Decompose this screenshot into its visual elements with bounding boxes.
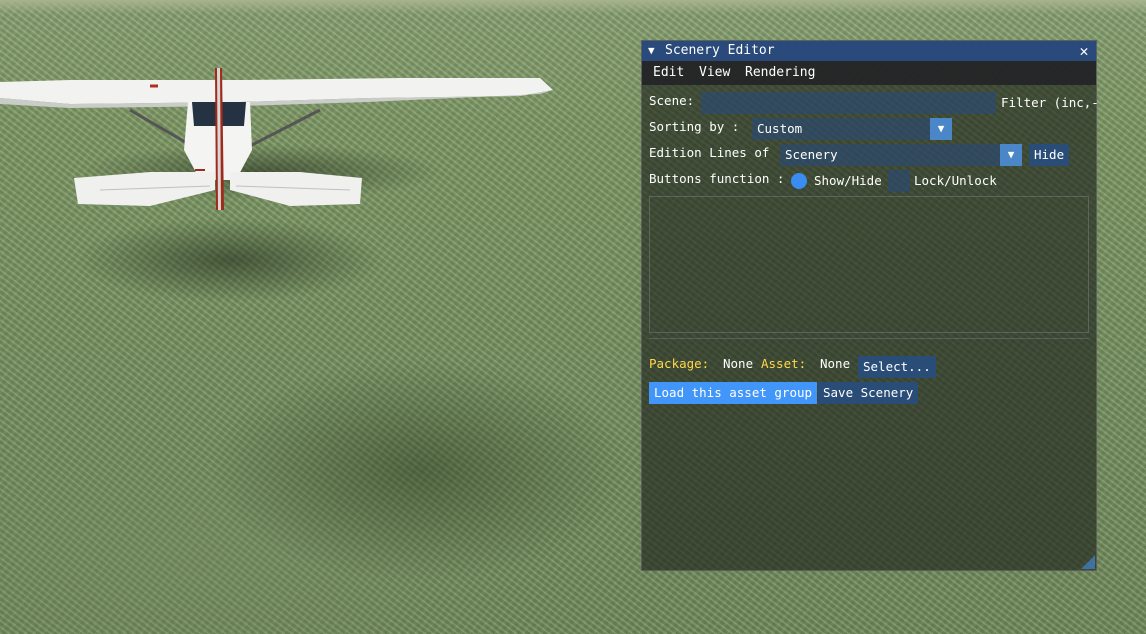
lock-unlock-label: Lock/Unlock: [914, 173, 997, 188]
save-scenery-button[interactable]: Save Scenery: [818, 382, 919, 404]
select-asset-button[interactable]: Select...: [858, 356, 936, 378]
menu-bar: Edit View Rendering: [642, 61, 1096, 85]
scene-input[interactable]: [701, 92, 996, 114]
scene-label: Scene:: [649, 93, 695, 108]
sorting-label: Sorting by :: [649, 119, 740, 134]
edition-lines-combo[interactable]: Scenery ▼: [780, 144, 1022, 166]
asset-label: Asset:: [761, 356, 807, 371]
horizon-haze: [0, 0, 1146, 14]
window-title: Scenery Editor: [665, 43, 775, 58]
menu-edit[interactable]: Edit: [653, 61, 684, 85]
scenery-editor-window: ▼ Scenery Editor ✕ Edit View Rendering S…: [641, 40, 1099, 571]
title-bar[interactable]: ▼ Scenery Editor ✕: [642, 41, 1096, 61]
package-label: Package:: [649, 356, 710, 371]
collapse-arrow-icon[interactable]: ▼: [648, 41, 655, 61]
package-value: None: [723, 356, 754, 371]
dropdown-arrow-icon[interactable]: ▼: [1000, 144, 1022, 166]
edition-lines-value: Scenery: [785, 147, 838, 162]
buttons-function-label: Buttons function :: [649, 171, 785, 186]
filter-label: Filter (inc,-: [1001, 95, 1099, 110]
lock-unlock-radio[interactable]: [888, 170, 910, 192]
scenery-list[interactable]: [649, 196, 1089, 333]
load-asset-group-button[interactable]: Load this asset group: [649, 382, 818, 404]
show-hide-label: Show/Hide: [814, 173, 882, 188]
close-icon[interactable]: ✕: [1076, 41, 1092, 61]
menu-view[interactable]: View: [699, 61, 730, 85]
sorting-value: Custom: [757, 121, 803, 136]
separator: [649, 338, 1089, 339]
sorting-combo[interactable]: Custom ▼: [752, 118, 952, 140]
dropdown-arrow-icon[interactable]: ▼: [930, 118, 952, 140]
menu-rendering[interactable]: Rendering: [745, 61, 815, 85]
hide-button[interactable]: Hide: [1029, 144, 1070, 166]
cessna-aircraft: [0, 68, 553, 210]
resize-grip[interactable]: [1081, 555, 1095, 569]
asset-value: None: [820, 356, 851, 371]
edition-lines-label: Edition Lines of: [649, 145, 770, 160]
show-hide-radio[interactable]: [791, 173, 807, 189]
